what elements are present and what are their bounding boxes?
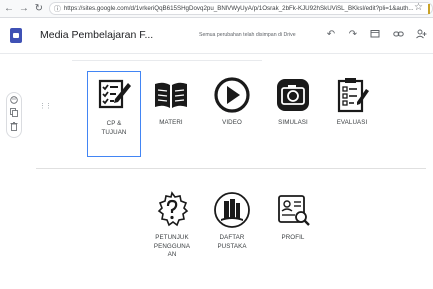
clipboard-check-icon bbox=[337, 78, 369, 113]
tile-label: EVALUASI bbox=[336, 119, 368, 126]
section-tool-rail bbox=[6, 92, 22, 138]
tile-evaluasi[interactable]: EVALUASI bbox=[325, 75, 379, 128]
tile-profil[interactable]: PROFIL bbox=[266, 190, 320, 243]
section-divider bbox=[36, 168, 426, 169]
gear-question-icon bbox=[157, 191, 189, 227]
save-status: Semua perubahan telah disimpan di Drive bbox=[199, 32, 296, 38]
tile-label: PROFIL bbox=[281, 234, 305, 241]
sites-header: Media Pembelajaran F... Semua perubahan … bbox=[0, 18, 433, 54]
tile-label: DAFTAR PUSTAKA bbox=[217, 234, 247, 250]
reload-icon[interactable]: ↻ bbox=[33, 2, 45, 16]
preview-icon[interactable] bbox=[369, 29, 381, 43]
browser-toolbar: ← → ↻ ⓘ https://sites.google.com/d/1vrke… bbox=[0, 0, 433, 18]
drag-handle-icon[interactable]: ⋮⋮ bbox=[39, 103, 52, 110]
link-icon[interactable] bbox=[392, 29, 404, 43]
extension-indicator-icon[interactable] bbox=[428, 4, 430, 14]
tile-label: VIDEO bbox=[222, 119, 242, 126]
tile-label: CP & TUJUAN bbox=[101, 120, 127, 136]
tile-label: PETUNJUK PENGGUNA AN bbox=[153, 234, 191, 258]
back-icon[interactable]: ← bbox=[3, 2, 15, 16]
share-icon[interactable] bbox=[415, 29, 427, 43]
duplicate-icon[interactable] bbox=[10, 108, 18, 120]
address-bar[interactable]: ⓘ https://sites.google.com/d/1vrkeriQqB6… bbox=[48, 2, 433, 15]
checklist-pen-icon bbox=[98, 79, 131, 109]
camera-icon bbox=[277, 79, 309, 111]
tile-cp-tujuan[interactable]: CP & TUJUAN bbox=[87, 71, 141, 157]
site-title[interactable]: Media Pembelajaran F... bbox=[40, 29, 153, 41]
star-icon[interactable]: ☆ bbox=[414, 2, 423, 13]
profile-card-icon bbox=[278, 195, 310, 226]
tile-simulasi[interactable]: SIMULASI bbox=[266, 75, 320, 128]
tile-video[interactable]: VIDEO bbox=[205, 75, 259, 128]
tile-materi[interactable]: MATERI bbox=[144, 75, 198, 128]
google-sites-logo-icon[interactable] bbox=[10, 28, 22, 43]
open-book-icon bbox=[155, 82, 187, 108]
forward-icon[interactable]: → bbox=[18, 2, 30, 16]
delete-icon[interactable] bbox=[10, 122, 18, 134]
tile-petunjuk-penggunaan[interactable]: PETUNJUK PENGGUNA AN bbox=[145, 190, 199, 260]
redo-icon[interactable]: ↷ bbox=[347, 29, 359, 41]
palette-icon[interactable] bbox=[10, 96, 18, 107]
book-stack-icon bbox=[214, 192, 250, 228]
tile-daftar-pustaka[interactable]: DAFTAR PUSTAKA bbox=[205, 190, 259, 251]
url-text[interactable]: https://sites.google.com/d/1vrkeriQqB615… bbox=[64, 5, 414, 12]
section-edge bbox=[72, 60, 262, 61]
undo-icon[interactable]: ↶ bbox=[325, 29, 337, 41]
play-circle-icon bbox=[214, 77, 250, 113]
tile-label: SIMULASI bbox=[278, 119, 308, 126]
lock-icon: ⓘ bbox=[53, 5, 61, 13]
tile-label: MATERI bbox=[159, 119, 183, 126]
